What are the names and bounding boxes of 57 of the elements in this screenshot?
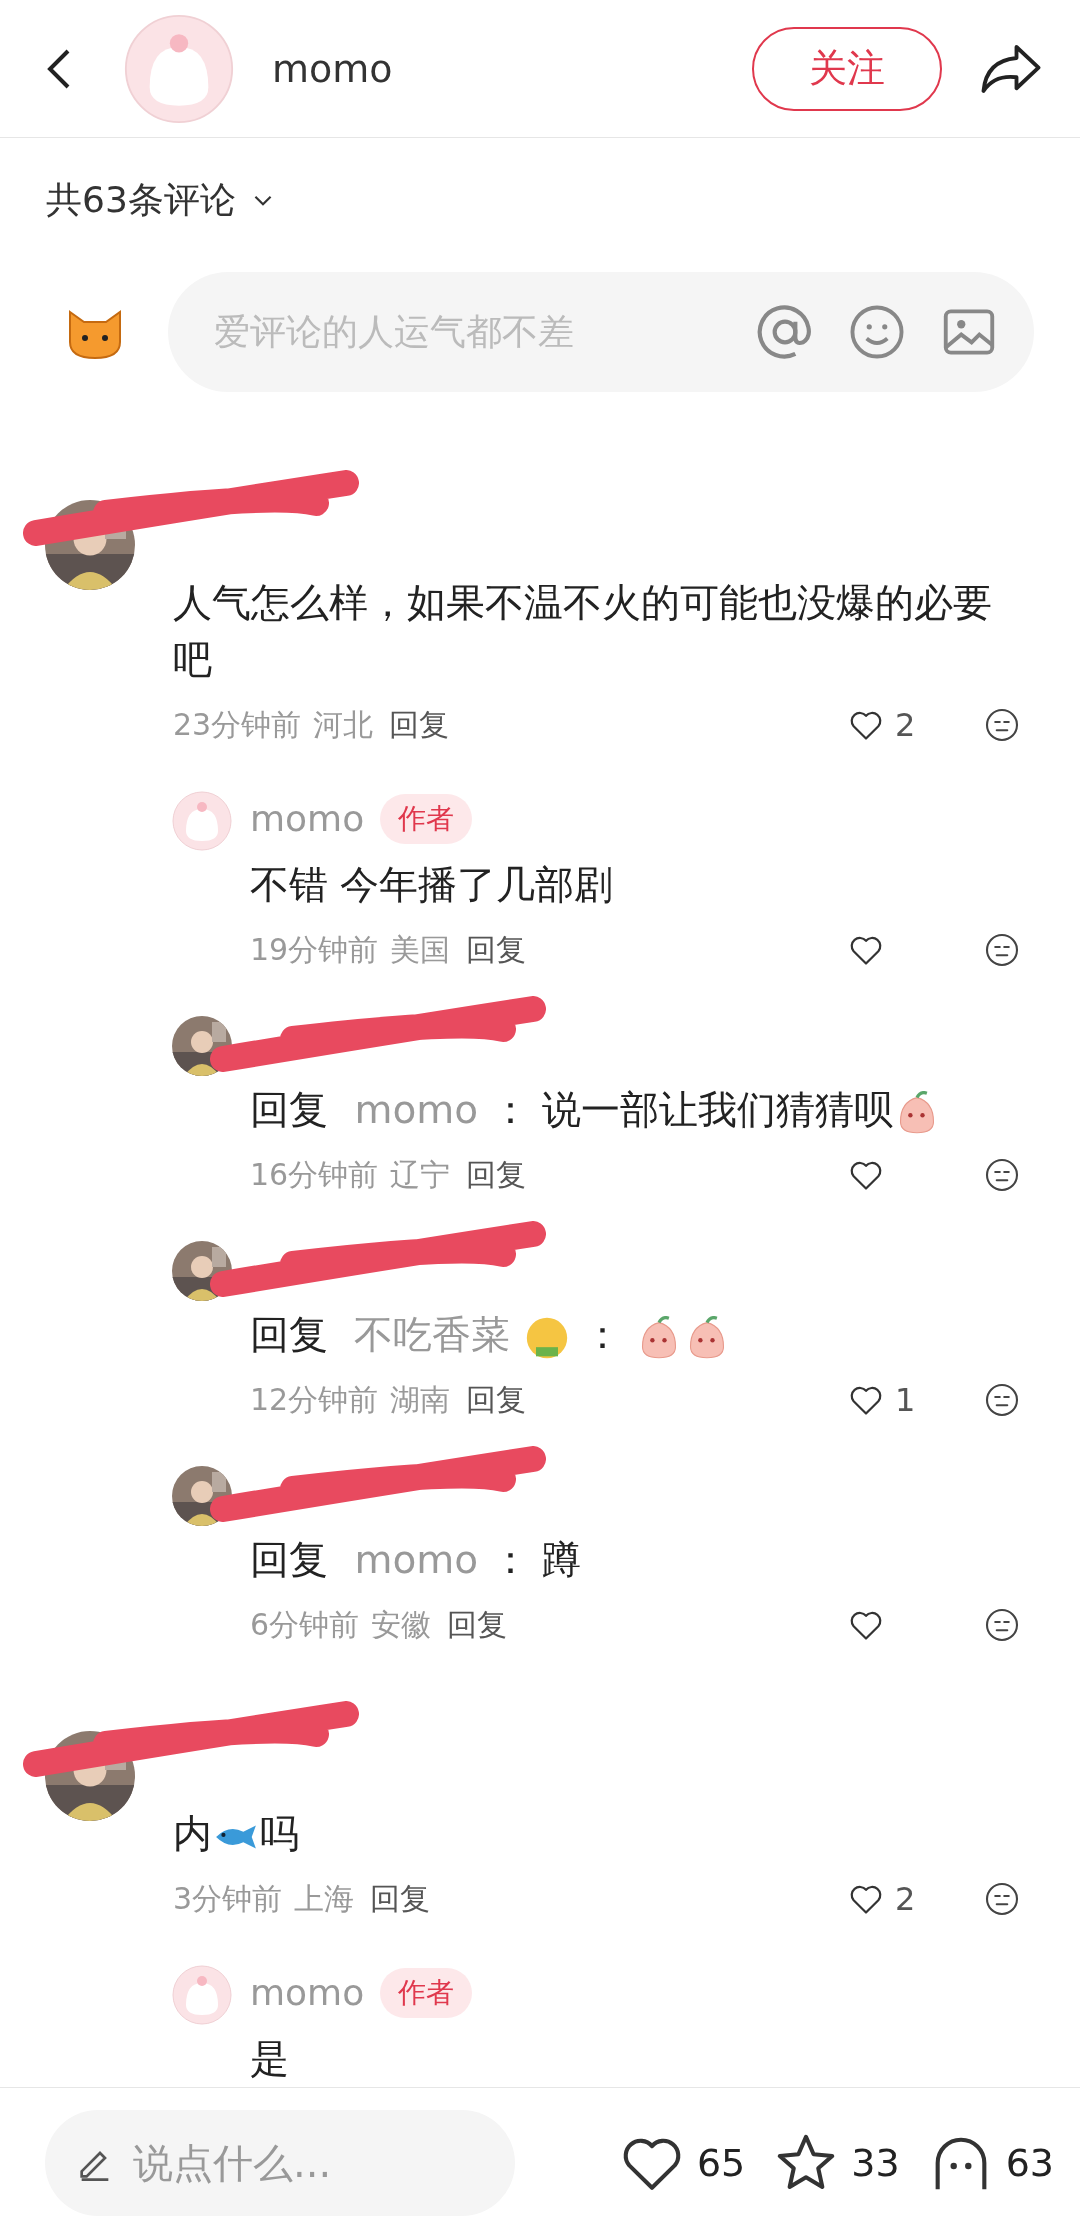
star-count: 33 bbox=[851, 2141, 900, 2185]
reply-prefix: 回复 bbox=[250, 1312, 328, 1357]
reply-link[interactable]: 回复 bbox=[462, 1379, 527, 1421]
avatar-icon bbox=[172, 791, 232, 851]
reaction-face-icon[interactable] bbox=[984, 1607, 1020, 1643]
comment-time: 16分钟前 bbox=[250, 1155, 379, 1194]
comment-count: 63 bbox=[1005, 2141, 1054, 2185]
reply-link[interactable]: 回复 bbox=[462, 1154, 527, 1196]
user-name[interactable]: momo bbox=[250, 798, 365, 839]
like-count: 1 bbox=[895, 1381, 916, 1419]
colon: ： bbox=[490, 1087, 530, 1132]
comment-location: 湖南 bbox=[390, 1380, 451, 1419]
reply-target-name[interactable]: momo bbox=[354, 1537, 479, 1582]
follow-button[interactable]: 关注 bbox=[752, 26, 942, 111]
author-name[interactable]: momo bbox=[272, 46, 393, 91]
reply-link[interactable]: 回复 bbox=[462, 929, 527, 971]
reaction-face-icon[interactable] bbox=[984, 1157, 1020, 1193]
comment-location: 上海 bbox=[294, 1879, 355, 1918]
reply-link[interactable]: 回复 bbox=[366, 1878, 431, 1920]
reply-target-name[interactable]: 不吃香菜 bbox=[354, 1312, 511, 1357]
reaction-face-icon[interactable] bbox=[984, 1382, 1020, 1418]
colon: ： bbox=[583, 1312, 623, 1357]
reply-prefix: 回复 bbox=[250, 1537, 328, 1582]
like-count: 2 bbox=[895, 706, 916, 744]
like-count: 2 bbox=[895, 1880, 916, 1918]
comment-location: 辽宁 bbox=[390, 1155, 451, 1194]
comment-time: 19分钟前 bbox=[250, 930, 379, 969]
comment-input-field[interactable]: 说点什么... bbox=[45, 2110, 515, 2216]
comment-location: 安徽 bbox=[371, 1605, 432, 1644]
avatar-icon bbox=[124, 13, 234, 124]
comment-text: 人气怎么样，如果不温不火的可能也没爆的必要吧 bbox=[173, 580, 992, 682]
avatar-icon bbox=[172, 1965, 232, 2025]
reply-prefix: 回复 bbox=[250, 1087, 328, 1132]
reaction-face-icon[interactable] bbox=[984, 932, 1020, 968]
reply-target-name[interactable]: momo bbox=[354, 1087, 479, 1132]
comment-time: 23分钟前 bbox=[173, 705, 302, 744]
comment-text: 说一部让我们猜猜呗 bbox=[541, 1087, 893, 1132]
comment-text: 是 bbox=[250, 2036, 289, 2081]
colon: ： bbox=[490, 1537, 530, 1582]
reaction-face-icon[interactable] bbox=[984, 1881, 1020, 1917]
comment-count: 共63条评论 bbox=[46, 177, 236, 222]
like-count: 65 bbox=[696, 2141, 746, 2185]
comment-text: 吗 bbox=[260, 1811, 299, 1856]
reaction-face-icon[interactable] bbox=[984, 707, 1020, 743]
reply-link[interactable]: 回复 bbox=[385, 704, 450, 746]
user-name[interactable]: momo bbox=[250, 1972, 365, 2013]
comment-time: 3分钟前 bbox=[173, 1879, 283, 1918]
author-tag: 作者 bbox=[380, 1967, 473, 2018]
comment-text: 蹲 bbox=[541, 1537, 581, 1582]
comment-text: 不错 今年播了几部剧 bbox=[250, 862, 614, 907]
author-tag: 作者 bbox=[380, 793, 473, 844]
comment-time: 12分钟前 bbox=[250, 1380, 379, 1419]
comment-time: 6分钟前 bbox=[250, 1605, 360, 1644]
comment-location: 美国 bbox=[390, 930, 451, 969]
reply-link[interactable]: 回复 bbox=[443, 1604, 508, 1646]
comment-text: 内 bbox=[173, 1811, 212, 1856]
comment-location: 河北 bbox=[313, 705, 374, 744]
